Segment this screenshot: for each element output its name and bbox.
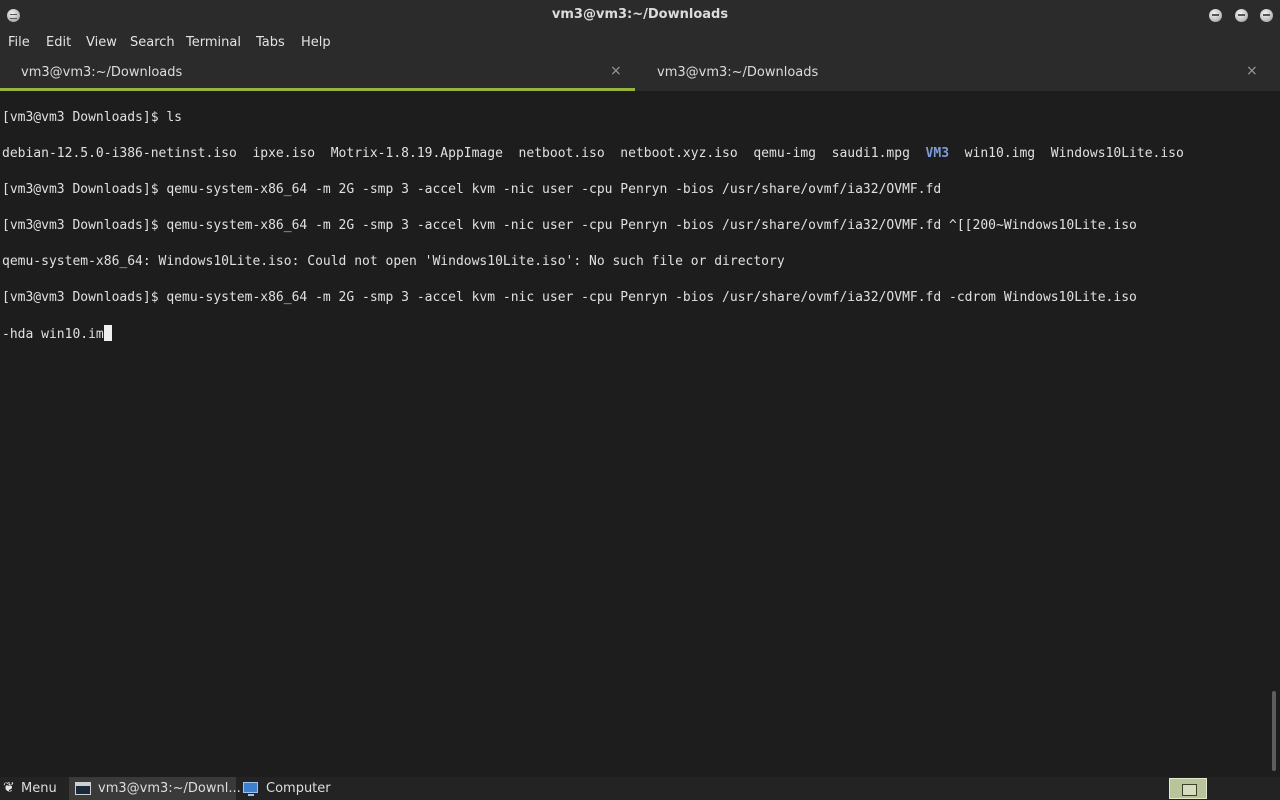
menu-edit[interactable]: Edit: [46, 35, 71, 50]
tab-1[interactable]: vm3@vm3:~/Downloads ×: [0, 56, 635, 91]
terminal-line: [vm3@vm3 Downloads]$ qemu-system-x86_64 …: [2, 218, 1137, 233]
taskbar-window-terminal[interactable]: vm3@vm3:~/Downl...: [69, 777, 241, 800]
tab-1-label: vm3@vm3:~/Downloads: [21, 65, 183, 80]
terminal-icon: [75, 782, 91, 795]
ls-directory: VM3: [925, 146, 950, 161]
maximize-icon[interactable]: [1235, 9, 1248, 22]
menu-terminal[interactable]: Terminal: [186, 35, 241, 50]
terminal-output[interactable]: [vm3@vm3 Downloads]$ ls debian-12.5.0-i3…: [0, 91, 1268, 774]
ls-files-before: debian-12.5.0-i386-netinst.iso ipxe.iso …: [2, 146, 926, 161]
terminal-line: [vm3@vm3 Downloads]$ qemu-system-x86_64 …: [2, 182, 942, 197]
terminal-line-ls-output: debian-12.5.0-i386-netinst.iso ipxe.iso …: [2, 145, 1268, 163]
close-window-icon[interactable]: [1260, 9, 1273, 22]
taskbar-window-label: vm3@vm3:~/Downl...: [98, 781, 241, 796]
terminal-scrollbar[interactable]: [1268, 91, 1280, 774]
minimize-icon[interactable]: [1209, 9, 1222, 22]
window-title: vm3@vm3:~/Downloads: [551, 7, 729, 22]
computer-icon: [243, 782, 258, 796]
terminal-line: [vm3@vm3 Downloads]$ qemu-system-x86_64 …: [2, 290, 1137, 305]
taskbar: ❦ Menu vm3@vm3:~/Downl... Computer: [0, 777, 1280, 800]
show-desktop-icon[interactable]: [1169, 778, 1207, 799]
taskbar-menu-button[interactable]: ❦ Menu: [0, 777, 64, 800]
terminal-line: [vm3@vm3 Downloads]$ ls: [2, 110, 183, 125]
taskbar-computer-label: Computer: [266, 781, 331, 796]
terminal-line-error: qemu-system-x86_64: Windows10Lite.iso: C…: [2, 254, 785, 269]
menu-file[interactable]: File: [8, 35, 30, 50]
terminal-input-line: -hda win10.im: [2, 325, 1268, 343]
taskbar-menu-label: Menu: [21, 781, 57, 796]
text-cursor: [103, 325, 112, 341]
terminal-current-input: -hda win10.im: [2, 327, 104, 342]
taskbar-window-computer[interactable]: Computer: [238, 777, 338, 800]
gnome-foot-icon: ❦: [3, 780, 15, 796]
menu-search[interactable]: Search: [130, 35, 175, 50]
tab-2-close-icon[interactable]: ×: [1246, 63, 1258, 79]
ls-files-after: win10.img Windows10Lite.iso: [949, 146, 1184, 161]
scrollbar-thumb[interactable]: [1272, 691, 1276, 771]
menu-tabs[interactable]: Tabs: [256, 35, 285, 50]
menu-help[interactable]: Help: [301, 35, 331, 50]
tab-bar: vm3@vm3:~/Downloads × vm3@vm3:~/Download…: [0, 56, 1280, 91]
window-titlebar: vm3@vm3:~/Downloads: [0, 0, 1280, 30]
menu-bar: File Edit View Search Terminal Tabs Help: [0, 30, 1280, 56]
menu-view[interactable]: View: [86, 35, 117, 50]
tab-2-label: vm3@vm3:~/Downloads: [657, 65, 819, 80]
tab-2[interactable]: vm3@vm3:~/Downloads ×: [636, 56, 1280, 91]
tab-1-close-icon[interactable]: ×: [610, 63, 622, 79]
